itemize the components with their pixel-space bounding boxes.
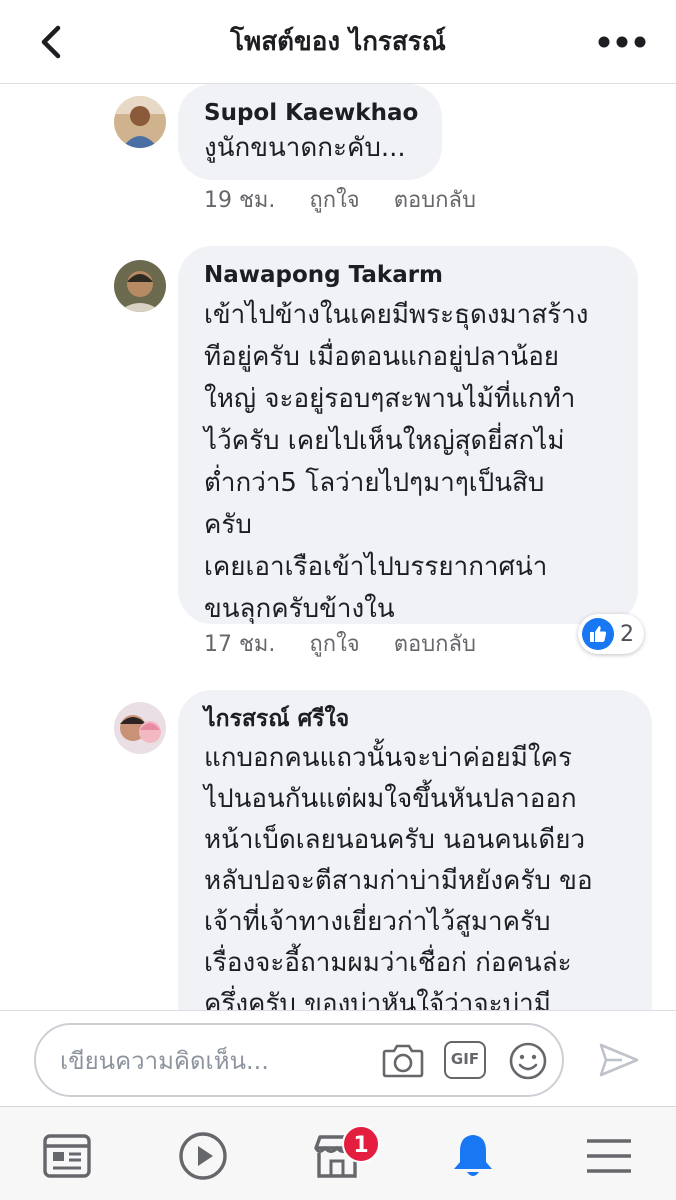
chevron-left-icon[interactable] [32,22,72,62]
send-icon[interactable] [598,1041,640,1079]
comment-bubble[interactable]: Nawapong Takarm เข้าไปข้างในเคยมีพระธุดง… [178,246,638,624]
avatar[interactable] [114,260,166,312]
comment-actions: 19 ชม. ถูกใจ ตอบกลับ [204,186,476,216]
reaction-count: 2 [620,621,634,647]
emoji-icon[interactable] [508,1041,548,1081]
reaction-summary[interactable]: 2 [578,614,644,654]
top-bar: โพสต์ของ ไกรสรณ์ [0,0,676,84]
like-link[interactable]: ถูกใจ [309,630,359,660]
avatar[interactable] [114,702,166,754]
comment-bubble[interactable]: ไกรสรณ์ ศรีใจ แกบอกคนแถวนั้นจะบ่าค่อยมีใ… [178,690,652,1010]
comment-author[interactable]: ไกรสรณ์ ศรีใจ [204,704,626,734]
comment-time: 19 ชม. [204,188,276,213]
profile-photo-icon [114,260,166,312]
camera-icon[interactable] [382,1041,424,1079]
bottom-navigation: 1 [0,1106,676,1200]
more-horizontal-icon[interactable] [598,28,646,56]
comment-actions: 17 ชม. ถูกใจ ตอบกลับ [204,630,476,660]
reply-link[interactable]: ตอบกลับ [394,630,476,660]
comment-time: 17 ชม. [204,632,276,657]
avatar[interactable] [114,96,166,148]
like-link[interactable]: ถูกใจ [309,186,359,216]
comment-composer: เขียนความคิดเห็น... GIF [0,1010,676,1106]
comment-text: แกบอกคนแถวนั้นจะบ่าค่อยมีใคร ไปนอนกันแต่… [204,743,593,1010]
comment-placeholder: เขียนความคิดเห็น... [60,1047,269,1075]
comment-list: Supol Kaewkhao งูนักขนาดกะคับ... 19 ชม. … [0,84,676,1010]
menu-hamburger-icon[interactable] [582,1129,636,1183]
comment-author[interactable]: Supol Kaewkhao [204,98,418,128]
gif-label: GIF [450,1050,480,1068]
notifications-bell-icon[interactable] [446,1129,500,1183]
gif-button[interactable]: GIF [444,1041,486,1079]
page-title: โพสต์ของ ไกรสรณ์ [230,27,446,57]
comment-text: งูนักขนาดกะคับ... [204,133,406,163]
profile-photo-icon [114,96,166,148]
profile-photo-icon [114,702,166,754]
news-feed-icon[interactable] [40,1129,94,1183]
notification-badge: 1 [342,1125,380,1163]
reply-link[interactable]: ตอบกลับ [394,186,476,216]
comment-author[interactable]: Nawapong Takarm [204,260,612,290]
comment-text: เข้าไปข้างในเคยมีพระธุดงมาสร้าง ทีอยู่คร… [204,300,589,624]
watch-video-icon[interactable] [176,1129,230,1183]
comment-bubble[interactable]: Supol Kaewkhao งูนักขนาดกะคับ... [178,84,442,180]
comment-input[interactable]: เขียนความคิดเห็น... GIF [34,1023,564,1097]
thumbs-up-icon [582,618,614,650]
